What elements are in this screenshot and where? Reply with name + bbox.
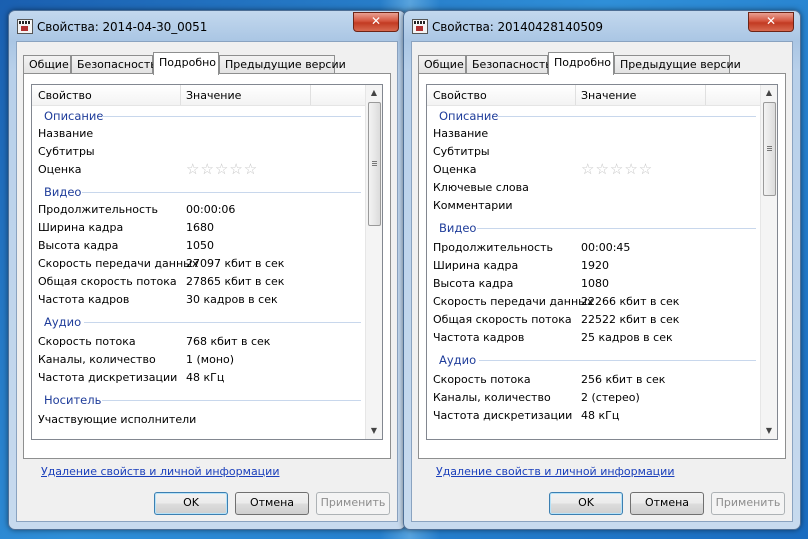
video-file-icon: [17, 19, 33, 34]
ok-button[interactable]: OK: [549, 492, 623, 515]
property-row[interactable]: Высота кадра 1080: [427, 275, 760, 293]
group-header-description: Описание: [427, 107, 760, 125]
property-row[interactable]: Название: [32, 125, 365, 143]
title-bar[interactable]: Свойства: 2014-04-30_0051 ✕: [9, 11, 405, 41]
group-header-media: Носитель: [32, 391, 365, 409]
property-row[interactable]: Скорость передачи данных 27097 кбит в сек: [32, 255, 365, 273]
column-header-property[interactable]: Свойство: [433, 89, 487, 102]
property-row[interactable]: Частота кадров 25 кадров в сек: [427, 329, 760, 347]
property-rows: Описание Название Субтитры Оценка ☆☆☆☆☆ В…: [32, 105, 365, 439]
group-header-audio: Аудио: [427, 351, 760, 369]
dialog-client: Общие Безопасность Подробно Предыдущие в…: [16, 41, 398, 522]
property-row[interactable]: Общая скорость потока 27865 кбит в сек: [32, 273, 365, 291]
cancel-button[interactable]: Отмена: [235, 492, 309, 515]
list-header: Свойство Значение: [427, 85, 760, 106]
dialog-client: Общие Безопасность Подробно Предыдущие в…: [411, 41, 793, 522]
close-button[interactable]: ✕: [748, 12, 794, 32]
properties-window-2[interactable]: Свойства: 20140428140509 ✕ Общие Безопас…: [403, 10, 801, 530]
close-button[interactable]: ✕: [353, 12, 399, 32]
title-bar[interactable]: Свойства: 20140428140509 ✕: [404, 11, 800, 41]
property-row[interactable]: Частота кадров 30 кадров в сек: [32, 291, 365, 309]
group-header-video: Видео: [427, 219, 760, 237]
tab-previous-versions[interactable]: Предыдущие версии: [219, 55, 346, 74]
property-row[interactable]: Скорость потока 768 кбит в сек: [32, 333, 365, 351]
properties-window-1[interactable]: Свойства: 2014-04-30_0051 ✕ Общие Безопа…: [8, 10, 406, 530]
tab-details[interactable]: Подробно: [548, 52, 614, 75]
scroll-down-arrow-icon[interactable]: ▼: [761, 423, 777, 439]
property-row[interactable]: Название: [427, 125, 760, 143]
vertical-scrollbar[interactable]: ▲ ▼: [365, 85, 382, 439]
group-header-video: Видео: [32, 183, 365, 201]
property-row[interactable]: Комментарии: [427, 197, 760, 215]
tab-previous-versions[interactable]: Предыдущие версии: [614, 55, 741, 74]
property-row[interactable]: Скорость передачи данных 22266 кбит в сек: [427, 293, 760, 311]
scroll-down-arrow-icon[interactable]: ▼: [366, 423, 382, 439]
video-file-icon: [412, 19, 428, 34]
tab-general[interactable]: Общие: [418, 55, 466, 74]
property-row[interactable]: Высота кадра 1050: [32, 237, 365, 255]
property-list[interactable]: Свойство Значение Описание Название Субт…: [426, 84, 778, 440]
property-rows: Описание Название Субтитры Оценка ☆☆☆☆☆ К…: [427, 105, 760, 439]
property-row[interactable]: Продолжительность 00:00:45: [427, 239, 760, 257]
column-header-value[interactable]: Значение: [186, 89, 241, 102]
column-header-value[interactable]: Значение: [581, 89, 636, 102]
rating-stars-icon[interactable]: ☆☆☆☆☆: [186, 161, 258, 177]
tab-details[interactable]: Подробно: [153, 52, 219, 75]
property-row[interactable]: Участвующие исполнители: [32, 411, 365, 429]
remove-properties-link[interactable]: Удаление свойств и личной информации: [436, 465, 674, 478]
scroll-thumb[interactable]: [368, 102, 381, 226]
remove-properties-link[interactable]: Удаление свойств и личной информации: [41, 465, 279, 478]
property-row[interactable]: Субтитры: [427, 143, 760, 161]
column-header-property[interactable]: Свойство: [38, 89, 92, 102]
cancel-button[interactable]: Отмена: [630, 492, 704, 515]
scroll-thumb[interactable]: [763, 102, 776, 196]
list-header: Свойство Значение: [32, 85, 365, 106]
vertical-scrollbar[interactable]: ▲ ▼: [760, 85, 777, 439]
scroll-up-arrow-icon[interactable]: ▲: [366, 85, 382, 101]
property-row[interactable]: Продолжительность 00:00:06: [32, 201, 365, 219]
details-panel: Свойство Значение Описание Название Субт…: [418, 73, 786, 459]
property-row[interactable]: Частота дискретизации 48 кГц: [32, 369, 365, 387]
rating-stars-icon[interactable]: ☆☆☆☆☆: [581, 161, 653, 177]
property-row[interactable]: Ключевые слова: [427, 179, 760, 197]
property-row[interactable]: Ширина кадра 1680: [32, 219, 365, 237]
details-panel: Свойство Значение Описание Название Субт…: [23, 73, 391, 459]
property-list[interactable]: Свойство Значение Описание Название Субт…: [31, 84, 383, 440]
property-row[interactable]: Скорость потока 256 кбит в сек: [427, 371, 760, 389]
apply-button[interactable]: Применить: [316, 492, 390, 515]
window-title: Свойства: 20140428140509: [432, 20, 603, 34]
tab-security[interactable]: Безопасность: [71, 55, 157, 74]
group-header-description: Описание: [32, 107, 365, 125]
property-row[interactable]: Каналы, количество 2 (стерео): [427, 389, 760, 407]
tab-general[interactable]: Общие: [23, 55, 71, 74]
property-row[interactable]: Оценка ☆☆☆☆☆: [32, 161, 365, 179]
property-row[interactable]: Оценка ☆☆☆☆☆: [427, 161, 760, 179]
scroll-up-arrow-icon[interactable]: ▲: [761, 85, 777, 101]
property-row[interactable]: Общая скорость потока 22522 кбит в сек: [427, 311, 760, 329]
property-row[interactable]: Ширина кадра 1920: [427, 257, 760, 275]
property-row[interactable]: Частота дискретизации 48 кГц: [427, 407, 760, 425]
apply-button[interactable]: Применить: [711, 492, 785, 515]
ok-button[interactable]: OK: [154, 492, 228, 515]
property-row[interactable]: Каналы, количество 1 (моно): [32, 351, 365, 369]
window-title: Свойства: 2014-04-30_0051: [37, 20, 208, 34]
tab-security[interactable]: Безопасность: [466, 55, 552, 74]
property-row[interactable]: Субтитры: [32, 143, 365, 161]
group-header-audio: Аудио: [32, 313, 365, 331]
